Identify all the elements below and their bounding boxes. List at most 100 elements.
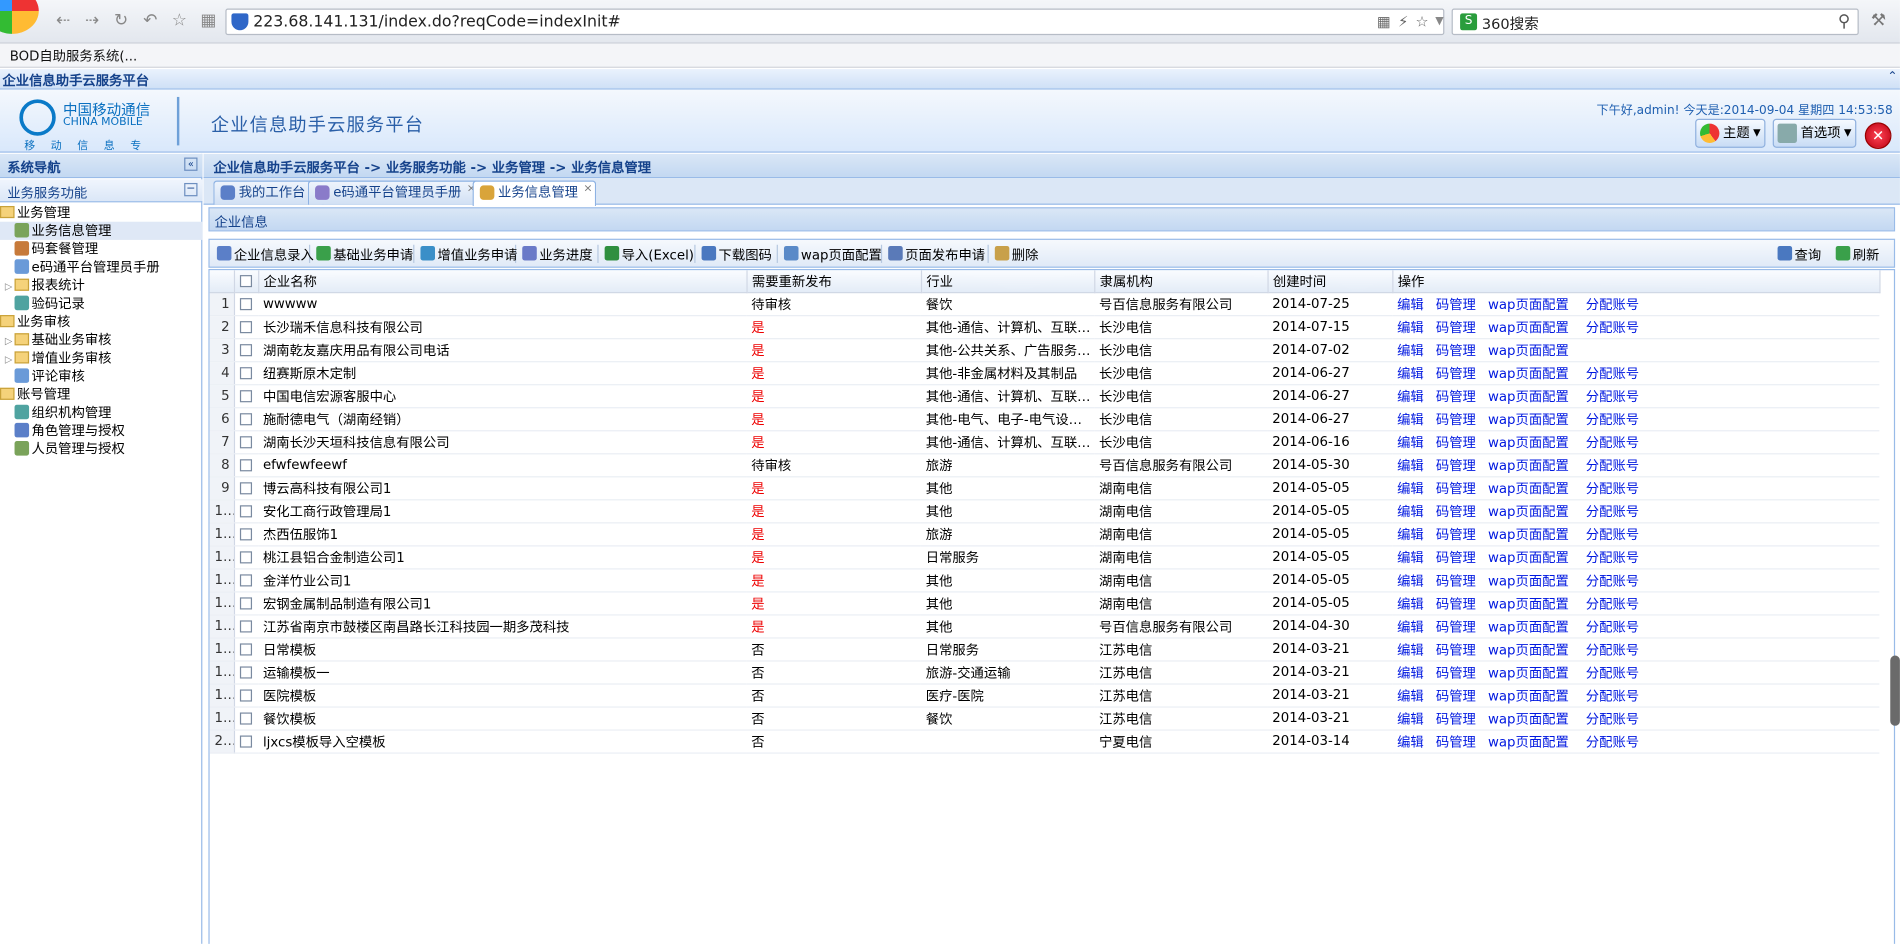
- accordion-header[interactable]: 业务服务功能 −: [0, 179, 203, 203]
- wap-config-link[interactable]: wap页面配置: [1488, 457, 1569, 473]
- table-row[interactable]: 4 纽赛斯原木定制是其他-非金属材料及其制品 长沙电信 2014-06-27 编辑 码管理…: [209, 361, 1880, 385]
- row-checkbox[interactable]: [233, 591, 259, 615]
- table-row[interactable]: 7 湖南长沙天垣科技信息有限公司是其他-通信、计算机、互联网... 长沙电信 2014…: [209, 430, 1880, 454]
- browser-logo-icon[interactable]: [0, 0, 39, 34]
- table-row[interactable]: 15 江苏省南京市鼓楼区南昌路长江科技园一期多茂科技是其他 号百信息服务有限公司 20…: [209, 614, 1880, 638]
- code-manage-link[interactable]: 码管理: [1436, 342, 1476, 358]
- assign-account-link[interactable]: 分配账号: [1586, 642, 1639, 658]
- col-header-republish[interactable]: 需要重新发布: [746, 270, 922, 293]
- table-row[interactable]: 18 医院模板否医疗-医院 江苏电信 2014-03-21 编辑 码管理 wap页面配置 分配…: [209, 683, 1880, 708]
- address-dropdown-icon[interactable]: ▼: [1430, 12, 1449, 31]
- refresh-icon[interactable]: ↻: [111, 11, 130, 30]
- delete-button[interactable]: 删除: [994, 245, 1038, 264]
- assign-account-link[interactable]: 分配账号: [1586, 503, 1639, 519]
- row-checkbox[interactable]: [233, 545, 259, 569]
- edit-link[interactable]: 编辑: [1397, 388, 1424, 404]
- assign-account-link[interactable]: 分配账号: [1586, 411, 1639, 427]
- row-checkbox[interactable]: [233, 637, 259, 661]
- sidebar-item[interactable]: 组织机构管理: [0, 403, 202, 421]
- edit-link[interactable]: 编辑: [1397, 665, 1424, 681]
- row-checkbox[interactable]: [233, 476, 259, 500]
- row-checkbox[interactable]: [233, 499, 259, 523]
- apps-grid-icon[interactable]: ▦: [199, 11, 218, 30]
- back-icon[interactable]: ⇠: [53, 11, 72, 30]
- sidebar-item[interactable]: ▷ 报表统计: [0, 276, 202, 294]
- wap-config-link[interactable]: wap页面配置: [1488, 711, 1569, 727]
- table-row[interactable]: 12 桃江县铝合金制造公司1 是日常服务 湖南电信 2014-05-05 编辑 码管理 wap…: [209, 545, 1880, 569]
- table-row[interactable]: 13 金洋竹业公司1 是其他 湖南电信 2014-05-05 编辑 码管理 wap页面配置 分配…: [209, 568, 1880, 592]
- row-checkbox[interactable]: [233, 292, 259, 316]
- assign-account-link[interactable]: 分配账号: [1586, 711, 1639, 727]
- table-row[interactable]: 11 杰西伍服饰1 是旅游 湖南电信 2014-05-05 编辑 码管理 wap页面配置 分配账…: [209, 522, 1880, 546]
- checkbox[interactable]: [240, 528, 253, 541]
- col-header-industry[interactable]: 行业: [920, 270, 1095, 293]
- wap-config-link[interactable]: wap页面配置: [1488, 388, 1569, 404]
- checkbox[interactable]: [240, 413, 253, 426]
- wap-config-link[interactable]: wap页面配置: [1488, 503, 1569, 519]
- assign-account-link[interactable]: 分配账号: [1586, 688, 1639, 704]
- checkbox[interactable]: [240, 321, 253, 334]
- refresh-button[interactable]: 刷新: [1835, 245, 1879, 264]
- wap-config-link[interactable]: wap页面配置: [1488, 411, 1569, 427]
- sidebar-item[interactable]: ▷ 基础业务审核: [0, 331, 202, 349]
- code-manage-link[interactable]: 码管理: [1436, 619, 1476, 635]
- col-header-org[interactable]: 隶属机构: [1094, 270, 1269, 293]
- code-manage-link[interactable]: 码管理: [1436, 388, 1476, 404]
- table-row[interactable]: 14 宏钢金属制品制造有限公司1 是其他 湖南电信 2014-05-05 编辑 码管理 wap…: [209, 591, 1880, 615]
- sidebar-item[interactable]: e码通平台管理员手册: [0, 258, 202, 276]
- wap-config-link[interactable]: wap页面配置: [1488, 596, 1569, 612]
- bookmark-item[interactable]: BOD自助服务系统(...: [10, 46, 138, 65]
- edit-link[interactable]: 编辑: [1397, 711, 1424, 727]
- edit-link[interactable]: 编辑: [1397, 319, 1424, 335]
- code-manage-link[interactable]: 码管理: [1436, 365, 1476, 381]
- logout-close-icon[interactable]: ✕: [1864, 122, 1892, 150]
- checkbox[interactable]: [240, 689, 253, 702]
- edit-link[interactable]: 编辑: [1397, 619, 1424, 635]
- assign-account-link[interactable]: 分配账号: [1586, 480, 1639, 496]
- code-manage-link[interactable]: 码管理: [1436, 573, 1476, 589]
- collapse-sidebar-icon[interactable]: «: [184, 157, 198, 171]
- sidebar-item[interactable]: 人员管理与授权: [0, 440, 202, 458]
- wap-config-link[interactable]: wap页面配置: [1488, 619, 1569, 635]
- assign-account-link[interactable]: 分配账号: [1586, 734, 1639, 750]
- code-manage-link[interactable]: 码管理: [1436, 480, 1476, 496]
- row-checkbox[interactable]: [233, 453, 259, 477]
- search-icon[interactable]: ⚲: [1838, 12, 1850, 31]
- wap-config-link[interactable]: wap页面配置: [1488, 319, 1569, 335]
- code-manage-link[interactable]: 码管理: [1436, 596, 1476, 612]
- row-checkbox[interactable]: [233, 315, 259, 339]
- tab-1[interactable]: e码通平台管理员手册 ×: [307, 180, 480, 205]
- code-manage-link[interactable]: 码管理: [1436, 711, 1476, 727]
- theme-button[interactable]: 主题 ▼: [1695, 118, 1766, 148]
- col-header-date[interactable]: 创建时间: [1267, 270, 1393, 293]
- value-added-button[interactable]: 增值业务申请: [420, 245, 517, 264]
- tab-2[interactable]: 业务信息管理 ×: [472, 180, 597, 206]
- checkbox[interactable]: [240, 482, 253, 495]
- wap-config-link[interactable]: wap页面配置: [1488, 573, 1569, 589]
- edit-link[interactable]: 编辑: [1397, 573, 1424, 589]
- forward-icon[interactable]: ⇢: [82, 11, 101, 30]
- wap-config-link[interactable]: wap页面配置: [1488, 688, 1569, 704]
- wap-config-link[interactable]: wap页面配置: [1488, 365, 1569, 381]
- sidebar-item[interactable]: 业务审核: [0, 313, 202, 331]
- table-row[interactable]: 9 博云高科技有限公司1 是其他 湖南电信 2014-05-05 编辑 码管理 wap页面配置…: [209, 476, 1880, 500]
- checkbox[interactable]: [240, 620, 253, 633]
- edit-link[interactable]: 编辑: [1397, 734, 1424, 750]
- address-tools-icons[interactable]: ▦⚡☆: [1377, 13, 1436, 30]
- assign-account-link[interactable]: 分配账号: [1586, 665, 1639, 681]
- checkbox[interactable]: [240, 666, 253, 679]
- code-manage-link[interactable]: 码管理: [1436, 319, 1476, 335]
- code-manage-link[interactable]: 码管理: [1436, 503, 1476, 519]
- edit-link[interactable]: 编辑: [1397, 296, 1424, 312]
- sidebar-item[interactable]: 账号管理: [0, 385, 202, 403]
- search-engine-icon[interactable]: S: [1460, 13, 1478, 31]
- wap-config-link[interactable]: wap页面配置: [1488, 434, 1569, 450]
- table-row[interactable]: 5 中国电信宏源客服中心是其他-通信、计算机、互联网... 长沙电信 2014-06-…: [209, 384, 1880, 408]
- accordion-collapse-icon[interactable]: −: [184, 182, 198, 197]
- table-row[interactable]: 10 安化工商行政管理局1 是其他 湖南电信 2014-05-05 编辑 码管理 wap页面配…: [209, 499, 1880, 523]
- wap-config-link[interactable]: wap页面配置: [1488, 480, 1569, 496]
- assign-account-link[interactable]: 分配账号: [1586, 596, 1639, 612]
- add-enterprise-button[interactable]: 企业信息录入: [216, 245, 314, 264]
- wap-config-link[interactable]: wap页面配置: [1488, 526, 1569, 542]
- wap-config-button[interactable]: wap页面配置: [783, 245, 882, 264]
